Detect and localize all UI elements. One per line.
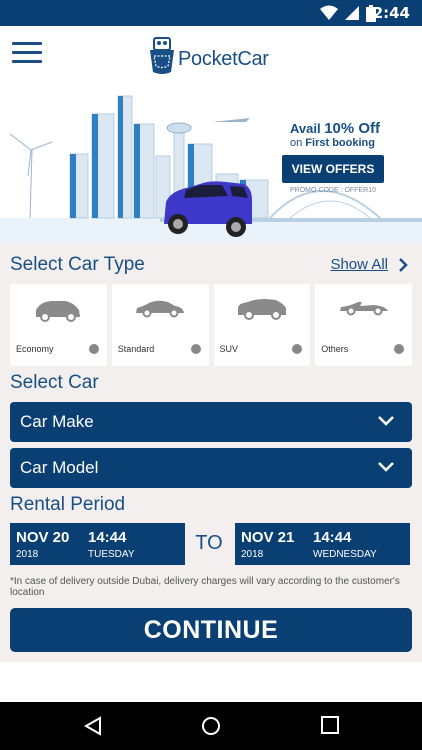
end-weekday: WEDNESDAY	[313, 549, 377, 560]
wifi-icon	[320, 5, 338, 20]
show-all-link[interactable]: Show All	[330, 256, 408, 273]
offer-line2-prefix: on	[290, 137, 306, 149]
radio-indicator[interactable]	[394, 344, 404, 354]
pocket-logo-icon	[150, 37, 174, 74]
rental-period-title: Rental Period	[10, 494, 126, 515]
chevron-down-icon	[378, 416, 394, 426]
signal-icon	[345, 6, 359, 20]
car-make-label: Car Make	[20, 412, 94, 431]
car-make-dropdown[interactable]: Car Make	[10, 402, 412, 442]
car-type-label: Others	[321, 344, 349, 354]
car-type-suv[interactable]: SUV	[213, 284, 311, 366]
to-separator: TO	[195, 532, 223, 554]
car-type-standard[interactable]: Standard	[111, 284, 209, 366]
start-year: 2018	[16, 549, 39, 560]
booking-form: Select Car Type Show All Economy Standar…	[0, 242, 422, 662]
convertible-icon	[339, 302, 388, 316]
show-all-label: Show All	[330, 256, 388, 273]
view-offers-button[interactable]: VIEW OFFERS	[282, 155, 384, 183]
clock: 2:44	[372, 4, 410, 22]
chevron-down-icon	[378, 462, 394, 472]
system-nav-bar	[0, 702, 422, 750]
brand-car: Car	[237, 48, 269, 70]
start-weekday: TUESDAY	[88, 549, 135, 560]
radio-indicator[interactable]	[292, 344, 303, 354]
car-model-dropdown[interactable]: Car Model	[10, 448, 412, 488]
hatchback-icon	[36, 301, 81, 322]
end-year: 2018	[241, 549, 264, 560]
status-bar: 2:44	[0, 0, 422, 26]
chevron-right-icon	[399, 257, 408, 272]
offer-line1-prefix: Avail	[290, 121, 325, 136]
select-car-title: Select Car	[10, 372, 99, 393]
recents-icon[interactable]	[321, 716, 339, 734]
car-type-economy[interactable]: Economy	[10, 284, 107, 366]
end-date-picker[interactable]: NOV 21 14:44 2018 WEDNESDAY	[235, 523, 410, 565]
suv-icon	[237, 299, 286, 320]
offer-panel: Avail 10% Off on First booking VIEW OFFE…	[282, 120, 392, 194]
select-car-type-title: Select Car Type	[10, 254, 145, 275]
start-date-picker[interactable]: NOV 20 14:44 2018 TUESDAY	[10, 523, 185, 565]
car-type-label: SUV	[219, 344, 239, 354]
menu-icon[interactable]	[12, 42, 42, 64]
offer-first-booking: First booking	[305, 137, 375, 149]
end-time: 14:44	[313, 529, 352, 546]
end-date: NOV 21	[241, 529, 295, 546]
continue-button[interactable]: CONTINUE	[10, 608, 412, 652]
car-type-label: Standard	[117, 344, 155, 354]
home-icon[interactable]	[201, 716, 221, 736]
car-type-label: Economy	[16, 344, 54, 354]
car-type-list: Economy Standard SUV Others	[10, 284, 412, 366]
car-type-others[interactable]: Others	[315, 284, 412, 366]
delivery-note: *In case of delivery outside Dubai, deli…	[10, 576, 400, 598]
radio-indicator[interactable]	[190, 344, 201, 354]
car-model-label: Car Model	[20, 458, 99, 477]
app-header: PocketCar	[0, 26, 422, 84]
back-icon[interactable]	[84, 716, 102, 736]
start-time: 14:44	[88, 529, 127, 546]
offer-banner[interactable]: Avail 10% Off on First booking VIEW OFFE…	[0, 84, 422, 242]
radio-indicator[interactable]	[88, 344, 99, 354]
brand-pocket: Pocket	[178, 48, 238, 70]
start-date: NOV 20	[16, 529, 70, 546]
offer-discount: 10% Off	[324, 120, 381, 137]
promo-code: PROMO CODE : OFFER10	[290, 187, 376, 194]
sedan-icon	[136, 300, 185, 318]
